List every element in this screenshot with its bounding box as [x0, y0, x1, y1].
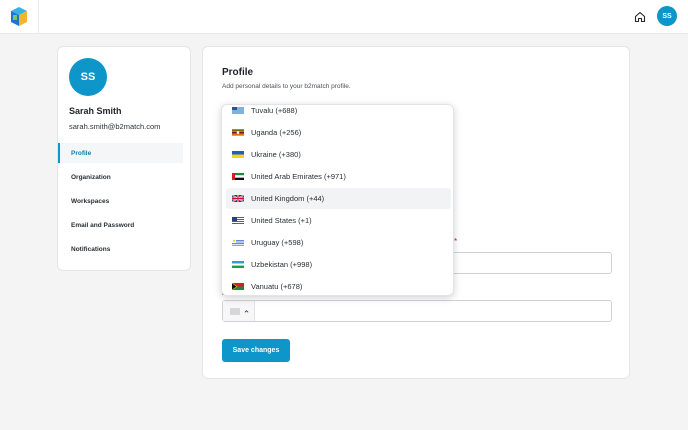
- uganda-flag-icon: [232, 129, 244, 136]
- country-option[interactable]: Vanuatu (+678): [226, 276, 451, 295]
- tuvalu-flag-icon: [232, 107, 244, 114]
- phone-input[interactable]: [222, 300, 612, 322]
- country-option-label: Uganda (+256): [251, 128, 302, 137]
- nav-item-email-password[interactable]: Email and Password: [58, 215, 183, 235]
- country-option-label: Tuvalu (+688): [251, 106, 298, 115]
- country-option[interactable]: United Arab Emirates (+971): [226, 166, 451, 187]
- country-code-dropdown[interactable]: Tuvalu (+688) Uganda (+256) Ukraine (+38…: [221, 104, 454, 296]
- country-option-label: United Arab Emirates (+971): [251, 172, 346, 181]
- nav-item-notifications[interactable]: Notifications: [58, 239, 183, 259]
- user-name: Sarah Smith: [69, 106, 122, 116]
- user-avatar-button[interactable]: SS: [657, 6, 677, 26]
- country-option[interactable]: United States (+1): [226, 210, 451, 231]
- logo-divider: [38, 0, 39, 34]
- required-marker: *: [454, 237, 458, 246]
- page-subtitle: Add personal details to your b2match pro…: [222, 83, 351, 90]
- country-option-label: Vanuatu (+678): [251, 282, 303, 291]
- country-option-label: Uzbekistan (+998): [251, 260, 313, 269]
- us-flag-icon: [232, 217, 244, 224]
- uk-flag-icon: [232, 195, 244, 202]
- settings-nav: Profile Organization Workspaces Email an…: [58, 143, 183, 263]
- country-option[interactable]: Uzbekistan (+998): [226, 254, 451, 275]
- country-option-label: Uruguay (+598): [251, 238, 304, 247]
- vanuatu-flag-icon: [232, 283, 244, 290]
- nav-item-profile[interactable]: Profile: [58, 143, 183, 163]
- chevron-up-icon: [244, 309, 249, 313]
- home-icon: [634, 11, 646, 23]
- avatar: SS: [69, 58, 107, 96]
- nav-item-organization[interactable]: Organization: [58, 167, 183, 187]
- country-code-select[interactable]: [223, 301, 255, 321]
- save-changes-button[interactable]: Save changes: [222, 339, 290, 362]
- country-option[interactable]: Uganda (+256): [226, 122, 451, 143]
- b2match-logo-icon[interactable]: [9, 6, 29, 28]
- uzbekistan-flag-icon: [232, 261, 244, 268]
- country-option[interactable]: United Kingdom (+44): [226, 188, 451, 209]
- country-option[interactable]: Ukraine (+380): [226, 144, 451, 165]
- ukraine-flag-icon: [232, 151, 244, 158]
- country-option-label: United Kingdom (+44): [251, 194, 325, 203]
- top-bar: SS: [0, 0, 688, 34]
- uae-flag-icon: [232, 173, 244, 180]
- country-option-label: Ukraine (+380): [251, 150, 301, 159]
- country-option-label: United States (+1): [251, 216, 312, 225]
- uruguay-flag-icon: [232, 239, 244, 246]
- flag-placeholder-icon: [230, 307, 240, 315]
- user-email: sarah.smith@b2match.com: [69, 122, 161, 131]
- profile-sidebar: SS Sarah Smith sarah.smith@b2match.com P…: [57, 46, 191, 271]
- country-option[interactable]: Uruguay (+598): [226, 232, 451, 253]
- home-button[interactable]: [632, 9, 648, 25]
- page-title: Profile: [222, 67, 254, 78]
- nav-item-workspaces[interactable]: Workspaces: [58, 191, 183, 211]
- country-option[interactable]: Tuvalu (+688): [226, 105, 451, 121]
